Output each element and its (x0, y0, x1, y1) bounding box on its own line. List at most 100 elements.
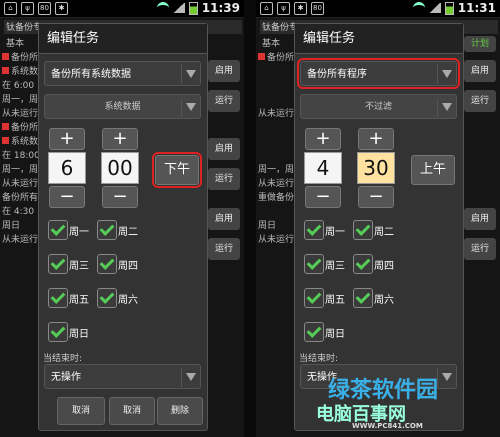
cancel-button[interactable]: 取消 (57, 397, 105, 425)
usb-icon: ψ (277, 2, 290, 15)
enable-button[interactable]: 启用 (464, 60, 496, 82)
notification-icon: ⌂ (260, 2, 273, 15)
battery-badge-icon: 80 (38, 2, 51, 15)
clock: 11:39 (201, 1, 240, 15)
run-button[interactable]: 运行 (208, 238, 240, 260)
monday-label: 周一 (325, 227, 345, 238)
when-done-label: 当结束时: (299, 354, 339, 364)
divider (437, 98, 438, 117)
list-item: 在 4:30 (2, 207, 35, 217)
task-type-spinner[interactable]: 备份所有系统数据 (44, 61, 201, 86)
debug-icon: ✱ (55, 2, 68, 15)
list-item: 在 6:00 (2, 81, 35, 91)
task-type-spinner[interactable]: 备份所有程序 (297, 58, 460, 89)
list-item: 从未运行 (258, 179, 295, 189)
saturday-label: 周六 (374, 295, 394, 306)
battery-badge-icon: 80 (311, 2, 324, 15)
watermark-url: WWW.PC841.COM (352, 422, 423, 430)
hour-increment-button[interactable]: + (305, 128, 341, 150)
clock: 11:31 (457, 1, 496, 15)
cancel-button[interactable]: 取消 (109, 397, 155, 425)
list-item: 周日 (2, 221, 21, 231)
list-item: 周日 (258, 221, 277, 231)
list-item: 在 18:00 (2, 151, 40, 161)
am-pm-toggle[interactable]: 下午 (152, 152, 202, 188)
spinner-value: 备份所有程序 (307, 69, 367, 80)
thursday-checkbox[interactable] (353, 254, 373, 274)
spinner-value: 不过滤 (364, 102, 392, 112)
divider (437, 65, 438, 84)
signal-icon (172, 3, 185, 13)
divider (181, 368, 182, 387)
sunday-label: 周日 (325, 329, 345, 340)
minute-decrement-button[interactable]: − (358, 186, 394, 208)
run-button[interactable]: 运行 (464, 90, 496, 112)
left-phone-screen: ⌂ ψ 80 ✱ 11:39 钛备份专 基本 备份所有 系统数据 在 6:00 … (0, 0, 244, 437)
edit-task-dialog: 编辑任务 备份所有系统数据 系统数据 + 6 − + 00 − 下午 周一 周二… (38, 23, 208, 431)
status-bar: ⌂ ψ 80 ✱ 11:39 (0, 0, 244, 18)
list-item: 从未运行 (2, 109, 39, 119)
hour-decrement-button[interactable]: − (49, 186, 85, 208)
monday-checkbox[interactable] (304, 220, 324, 240)
wednesday-checkbox[interactable] (304, 254, 324, 274)
battery-icon (188, 1, 198, 15)
run-button[interactable]: 运行 (208, 168, 240, 190)
hour-increment-button[interactable]: + (49, 128, 85, 150)
thursday-checkbox[interactable] (97, 254, 117, 274)
tab-label: 基本 (6, 39, 25, 49)
enable-button[interactable]: 启用 (208, 138, 240, 160)
wifi-icon (412, 1, 425, 15)
spinner-value: 系统数据 (104, 102, 141, 112)
thursday-label: 周四 (118, 261, 138, 272)
status-dot (2, 123, 9, 130)
list-item: 重做备份 (258, 193, 295, 203)
filter-spinner[interactable]: 系统数据 (44, 94, 201, 119)
minute-field[interactable]: 30 (357, 152, 395, 184)
thursday-label: 周四 (374, 261, 394, 272)
divider (181, 65, 182, 84)
saturday-checkbox[interactable] (97, 288, 117, 308)
run-button[interactable]: 运行 (464, 238, 496, 260)
minute-decrement-button[interactable]: − (102, 186, 138, 208)
delete-button[interactable]: 删除 (157, 397, 203, 425)
wednesday-checkbox[interactable] (48, 254, 68, 274)
enable-button[interactable]: 启用 (464, 208, 496, 230)
wednesday-label: 周三 (325, 261, 345, 272)
when-done-label: 当结束时: (43, 354, 83, 364)
friday-checkbox[interactable] (304, 288, 324, 308)
edit-task-dialog: 编辑任务 备份所有程序 不过滤 + 4 − + 30 − 上午 周一 周二 周三… (294, 23, 464, 431)
when-done-spinner[interactable]: 无操作 (44, 364, 201, 389)
list-item: 从未运行 (2, 235, 39, 245)
battery-icon (444, 1, 454, 15)
dropdown-arrow-icon (186, 373, 196, 381)
tuesday-checkbox[interactable] (353, 220, 373, 240)
sunday-checkbox[interactable] (48, 322, 68, 342)
minute-field[interactable]: 00 (101, 152, 139, 184)
enable-button[interactable]: 启用 (208, 208, 240, 230)
debug-icon: ✱ (294, 2, 307, 15)
run-button[interactable]: 运行 (208, 90, 240, 112)
tab-label: 基本 (262, 39, 281, 49)
notification-icon: ⌂ (4, 2, 17, 15)
hour-field[interactable]: 6 (48, 152, 86, 184)
status-dot (258, 53, 265, 60)
schedule-tab[interactable]: 计划 (464, 36, 496, 52)
sunday-checkbox[interactable] (304, 322, 324, 342)
monday-label: 周一 (69, 227, 89, 238)
am-pm-toggle[interactable]: 上午 (411, 155, 455, 185)
spinner-value: 备份所有系统数据 (51, 69, 131, 80)
tuesday-checkbox[interactable] (97, 220, 117, 240)
friday-checkbox[interactable] (48, 288, 68, 308)
minute-increment-button[interactable]: + (102, 128, 138, 150)
saturday-checkbox[interactable] (353, 288, 373, 308)
hour-field[interactable]: 4 (304, 152, 342, 184)
spinner-value: 无操作 (51, 372, 81, 383)
hour-decrement-button[interactable]: − (305, 186, 341, 208)
status-dot (2, 53, 9, 60)
enable-button[interactable]: 启用 (208, 60, 240, 82)
monday-checkbox[interactable] (48, 220, 68, 240)
status-bar: ⌂ ψ ✱ 80 11:31 (256, 0, 500, 18)
dropdown-arrow-icon (442, 373, 452, 381)
minute-increment-button[interactable]: + (358, 128, 394, 150)
filter-spinner[interactable]: 不过滤 (300, 94, 457, 119)
